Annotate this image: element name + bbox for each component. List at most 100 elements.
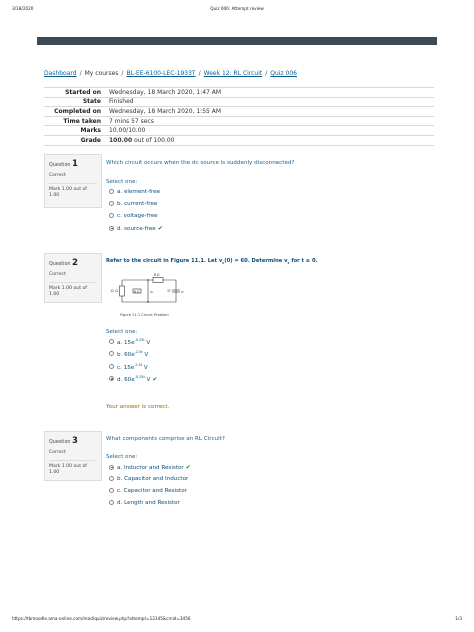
answer-option[interactable]: d. 60e-0.25t V ✔ <box>109 375 157 383</box>
option-unit: V <box>142 364 148 371</box>
answer-option[interactable]: b. 60e-2.5t V <box>109 350 148 358</box>
breadcrumb-dashboard[interactable]: Dashboard <box>44 70 77 77</box>
summary-value: 7 mins 57 secs <box>105 115 434 126</box>
question-text-part: for t ≥ 0. <box>289 258 318 264</box>
option-label: a. element-free <box>117 189 161 195</box>
breadcrumb-separator: / <box>121 70 124 77</box>
summary-label: Time taken <box>44 115 105 126</box>
radio-button[interactable] <box>109 487 114 493</box>
top-navbar <box>37 37 437 45</box>
summary-label: Grade <box>44 134 105 146</box>
radio-button[interactable] <box>109 339 114 345</box>
radio-button[interactable] <box>109 364 114 370</box>
question-info-1: Question 1 Correct Mark 1.00 out of 1.00 <box>44 154 102 208</box>
option-label: c. 15e <box>117 364 135 371</box>
capacitor-label: 1F <box>167 289 171 293</box>
breadcrumb: Dashboard / My courses / BL-EE-6100-LEC-1933… <box>44 70 434 77</box>
print-header: 3/18/2020 Quiz 006: Attempt review <box>12 6 462 14</box>
breadcrumb-separator: / <box>198 70 201 77</box>
option-label: d. Length and Resistor <box>117 500 180 506</box>
question-status: Correct <box>49 272 66 277</box>
resistor-label-top: 8 Ω <box>154 273 160 277</box>
summary-row: Grade 100.00 out of 100.00 <box>44 134 434 146</box>
answer-option[interactable]: c. 15e-2.5t V <box>109 363 148 371</box>
answer-option[interactable]: b. current-free <box>109 200 158 207</box>
radio-button-selected[interactable] <box>109 464 114 470</box>
select-one-label: Select one: <box>106 329 138 335</box>
question-prefix: Question <box>49 163 71 168</box>
answer-option[interactable]: a. element-free <box>109 188 161 195</box>
option-label: b. 60e <box>117 351 135 358</box>
radio-button-selected[interactable] <box>109 225 114 231</box>
option-label: d. 60e <box>117 376 135 383</box>
print-url: https://tbmoodle.ama-online.com/mod/quiz… <box>12 616 191 621</box>
circuit-figure: 12 Ω 6 Ω v₀ 8 Ω 1F vᶜ <box>110 273 185 303</box>
figure-caption: Figure 11.1 Circuit Problem <box>120 313 169 317</box>
print-title: Quiz 006: Attempt review <box>210 6 264 11</box>
radio-button[interactable] <box>109 200 114 206</box>
option-label: c. voltage-free <box>117 213 158 219</box>
option-unit: V <box>142 351 149 358</box>
option-exponent: -2.5t <box>134 350 143 354</box>
question-label: Question 2 <box>49 258 78 268</box>
question-info-2: Question 2 Correct Mark 1.00 out of 1.00 <box>44 253 102 303</box>
select-one-label: Select one: <box>106 179 138 185</box>
question-text-part: (0) = 60. Determine v <box>224 258 288 264</box>
answer-option[interactable]: c. voltage-free <box>109 212 158 219</box>
answer-option[interactable]: a. Inductor and Resistor ✔ <box>109 464 191 471</box>
summary-row: Marks 10.00/10.00 <box>44 125 434 136</box>
question-mark: Mark 1.00 out of 1.00 <box>49 183 97 199</box>
option-exponent: -2.5t <box>134 363 143 367</box>
summary-value: Wednesday, 18 March 2020, 1:47 AM <box>105 87 434 98</box>
option-unit: V <box>144 339 151 346</box>
question-text-1: Which circuit occurs when the dc source … <box>106 160 295 166</box>
summary-row: Completed on Wednesday, 18 March 2020, 1:… <box>44 106 434 117</box>
breadcrumb-quiz[interactable]: Quiz 006 <box>270 70 297 77</box>
question-status: Correct <box>49 450 66 455</box>
answer-option[interactable]: d. Length and Resistor <box>109 499 180 506</box>
resistor-label-left: 12 Ω <box>110 289 118 293</box>
breadcrumb-week[interactable]: Week 12: RL Circuit <box>204 70 263 77</box>
option-label: a. 15e <box>117 339 135 346</box>
breadcrumb-separator: / <box>265 70 268 77</box>
question-label: Question 3 <box>49 436 78 446</box>
print-footer: https://tbmoodle.ama-online.com/mod/quiz… <box>12 616 462 624</box>
checkmark-icon: ✔ <box>185 464 191 471</box>
option-unit: V <box>144 376 151 383</box>
option-label: a. Inductor and Resistor <box>117 465 184 471</box>
grade-out-of: out of 100.00 <box>132 136 175 144</box>
option-label: b. current-free <box>117 201 158 207</box>
radio-button-selected[interactable] <box>109 376 114 382</box>
answer-option[interactable]: d. source-free ✔ <box>109 225 163 232</box>
radio-button[interactable] <box>109 475 114 481</box>
radio-button[interactable] <box>109 351 114 357</box>
feedback-correct: Your answer is correct. <box>106 404 170 410</box>
option-exponent: -0.25t <box>134 338 145 342</box>
resistor-label-mid: 6 Ω <box>134 290 140 294</box>
question-number: 2 <box>72 258 78 268</box>
option-label: b. Capacitor and Inductor <box>117 476 189 482</box>
question-mark: Mark 1.00 out of 1.00 <box>49 282 97 298</box>
question-prefix: Question <box>49 440 71 445</box>
answer-option[interactable]: c. Capacitor and Resistor <box>109 487 187 494</box>
breadcrumb-separator: / <box>79 70 82 77</box>
option-label: d. source-free <box>117 226 156 232</box>
breadcrumb-course[interactable]: BL-EE-6100-LEC-1933T <box>126 70 195 77</box>
summary-label: State <box>44 96 105 107</box>
print-page-number: 1/3 <box>455 616 462 621</box>
checkmark-icon: ✔ <box>152 375 158 383</box>
summary-row: State Finished <box>44 96 434 107</box>
option-exponent: -0.25t <box>134 375 145 379</box>
question-status: Correct <box>49 173 66 178</box>
answer-option[interactable]: b. Capacitor and Inductor <box>109 475 189 482</box>
answer-option[interactable]: a. 15e-0.25t V <box>109 338 150 346</box>
node-label: v₀ <box>150 290 154 294</box>
radio-button[interactable] <box>109 212 114 218</box>
summary-row: Started on Wednesday, 18 March 2020, 1:47… <box>44 87 434 98</box>
radio-button[interactable] <box>109 188 114 194</box>
summary-value: 100.00 out of 100.00 <box>105 134 434 146</box>
question-prefix: Question <box>49 262 71 267</box>
summary-value: 10.00/10.00 <box>105 125 434 136</box>
capacitor-voltage-label: vᶜ <box>181 290 185 294</box>
radio-button[interactable] <box>109 499 114 505</box>
